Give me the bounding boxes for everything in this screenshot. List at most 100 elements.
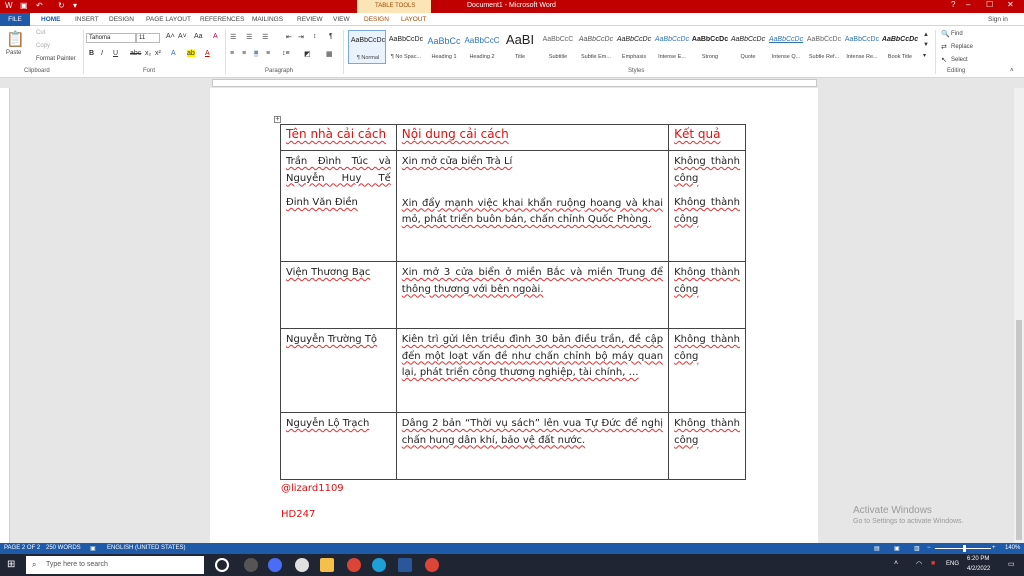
cut-button[interactable]: Cut [36, 30, 45, 36]
line-spacing-icon[interactable]: ↕≡ [282, 50, 290, 57]
zoom-out-icon[interactable]: − [927, 545, 931, 551]
tab-table-design[interactable]: DESIGN [364, 16, 389, 23]
style-subtle-reference[interactable]: AaBbCcDc Subtle Ref... [805, 30, 843, 64]
clock-date[interactable]: 4/2/2022 [967, 566, 990, 572]
network-icon[interactable]: ◠ [916, 560, 922, 568]
customize-qat-icon[interactable]: ▾ [73, 1, 77, 10]
align-left-icon[interactable]: ≡ [230, 50, 234, 57]
replace-button[interactable]: Replace [951, 44, 973, 50]
save-icon[interactable]: ▣ [20, 1, 28, 10]
document-page[interactable]: + Tên nhà cải cách Nội dung cải cách Kết… [210, 88, 818, 543]
style-heading-2[interactable]: AaBbCcC Heading 2 [463, 30, 501, 64]
proofing-icon[interactable]: ▣ [90, 545, 96, 552]
style-normal[interactable]: AaBbCcDc ¶ Normal [348, 30, 386, 64]
reformer-cell[interactable]: Nguyễn Trường Tộ [280, 328, 397, 413]
borders-icon[interactable]: ▦ [326, 50, 333, 58]
style-subtle-emphasis[interactable]: AaBbCcDc Subtle Em... [577, 30, 615, 64]
styles-scroll-down-icon[interactable]: ▼ [923, 42, 929, 48]
header-cell-content[interactable]: Nội dung cải cách [395, 124, 670, 151]
result-cell[interactable]: Không thành công [668, 328, 746, 413]
zoom-level[interactable]: 140% [1005, 545, 1020, 551]
sort-icon[interactable]: ↕ [313, 33, 317, 40]
tab-page-layout[interactable]: PAGE LAYOUT [146, 16, 191, 23]
font-color-icon[interactable]: A [205, 50, 210, 57]
result-cell[interactable]: Không thành công [668, 261, 746, 329]
content-cell[interactable]: Xin mở cửa biển Trà Lí Xin đẩy mạnh việc… [395, 150, 670, 262]
sign-in-link[interactable]: Sign in [988, 16, 1008, 23]
read-mode-icon[interactable]: ▤ [874, 545, 880, 552]
collapse-ribbon-icon[interactable]: ˄ [1010, 68, 1014, 74]
numbering-icon[interactable]: ☰ [246, 33, 252, 41]
reformer-cell[interactable]: Viện Thương Bạc [280, 261, 397, 329]
help-icon[interactable]: ? [951, 0, 955, 9]
web-layout-icon[interactable]: ▥ [914, 545, 920, 552]
bullets-icon[interactable]: ☰ [230, 33, 236, 41]
justify-icon[interactable]: ≡ [254, 50, 259, 57]
header-cell-name[interactable]: Tên nhà cải cách [280, 124, 397, 151]
task-view-icon[interactable] [215, 558, 229, 572]
chrome-alt-icon[interactable] [425, 558, 439, 572]
multilevel-list-icon[interactable]: ☰ [262, 33, 268, 41]
style-title[interactable]: AaBI Title [501, 30, 539, 64]
antivirus-icon[interactable]: ■ [931, 560, 935, 567]
paste-icon[interactable]: 📋 [6, 30, 25, 48]
style-quote[interactable]: AaBbCcDc Quote [729, 30, 767, 64]
vertical-scrollbar[interactable] [1014, 88, 1024, 543]
chrome-profile-icon[interactable] [295, 558, 309, 572]
replace-icon[interactable]: ⇄ [941, 43, 947, 51]
taskbar-search-input[interactable]: ⌕ Type here to search [26, 556, 204, 574]
underline-icon[interactable]: U [113, 50, 118, 57]
tab-review[interactable]: REVIEW [297, 16, 323, 23]
text-effects-icon[interactable]: A [171, 50, 176, 57]
scrollbar-thumb[interactable] [1016, 320, 1022, 540]
style-intense-quote[interactable]: AaBbCcDc Intense Q... [767, 30, 805, 64]
windows-start-icon[interactable]: ⊞ [7, 559, 15, 570]
tab-mailings[interactable]: MAILINGS [252, 16, 283, 23]
edge-icon[interactable] [372, 558, 386, 572]
style-no-spacing[interactable]: AaBbCcDc ¶ No Spac... [387, 30, 425, 64]
vertical-ruler[interactable] [0, 88, 10, 543]
style-strong[interactable]: AaBbCcDc Strong [691, 30, 729, 64]
tray-chevron-icon[interactable]: ˄ [894, 560, 898, 567]
tab-file[interactable]: FILE [0, 13, 30, 26]
maximize-icon[interactable]: ☐ [986, 0, 993, 9]
tab-view[interactable]: VIEW [333, 16, 350, 23]
zoom-app-icon[interactable] [268, 558, 282, 572]
tab-insert[interactable]: INSERT [75, 16, 99, 23]
italic-icon[interactable]: I [101, 50, 103, 57]
input-language[interactable]: ENG [946, 561, 959, 567]
superscript-icon[interactable]: x² [155, 50, 161, 57]
change-case-icon[interactable]: Aa [194, 33, 203, 40]
clock-time[interactable]: 6:20 PM [967, 556, 989, 562]
redo-icon[interactable]: ↻ [58, 1, 65, 10]
style-book-title[interactable]: AaBbCcDc Book Title [881, 30, 919, 64]
font-name-combo[interactable]: Tahoma [86, 33, 136, 43]
content-cell[interactable]: Xin mở 3 cửa biển ở miền Bắc và miền Tru… [395, 261, 670, 329]
shading-icon[interactable]: ◩ [304, 50, 311, 58]
grow-font-icon[interactable]: A˄ [166, 33, 175, 40]
tab-references[interactable]: REFERENCES [200, 16, 244, 23]
chrome-icon[interactable] [347, 558, 361, 572]
shrink-font-icon[interactable]: A˅ [178, 33, 187, 40]
bold-icon[interactable]: B [89, 50, 94, 57]
find-icon[interactable]: 🔍 [941, 30, 950, 38]
page-indicator[interactable]: PAGE 2 OF 2 [4, 545, 40, 551]
highlight-icon[interactable]: ab [187, 50, 195, 57]
styles-more-icon[interactable]: ▾ [923, 52, 926, 59]
select-button[interactable]: Select [951, 57, 968, 63]
decrease-indent-icon[interactable]: ⇤ [286, 33, 292, 41]
find-button[interactable]: Find [951, 31, 963, 37]
header-cell-result[interactable]: Kết quả [668, 124, 746, 151]
close-icon[interactable]: ✕ [1007, 0, 1014, 9]
strikethrough-icon[interactable]: abc [130, 50, 141, 57]
style-intense-reference[interactable]: AaBbCcDc Intense Re... [843, 30, 881, 64]
subscript-icon[interactable]: x₂ [145, 50, 151, 57]
select-icon[interactable]: ↖ [941, 56, 947, 64]
tab-home[interactable]: HOME [41, 16, 61, 23]
clear-format-icon[interactable]: A [213, 33, 218, 40]
style-heading-1[interactable]: AaBbCc Heading 1 [425, 30, 463, 64]
file-explorer-icon[interactable] [320, 558, 334, 572]
styles-scroll-up-icon[interactable]: ▲ [923, 32, 929, 38]
word-app-icon[interactable] [398, 558, 412, 572]
show-marks-icon[interactable]: ¶ [329, 33, 333, 40]
